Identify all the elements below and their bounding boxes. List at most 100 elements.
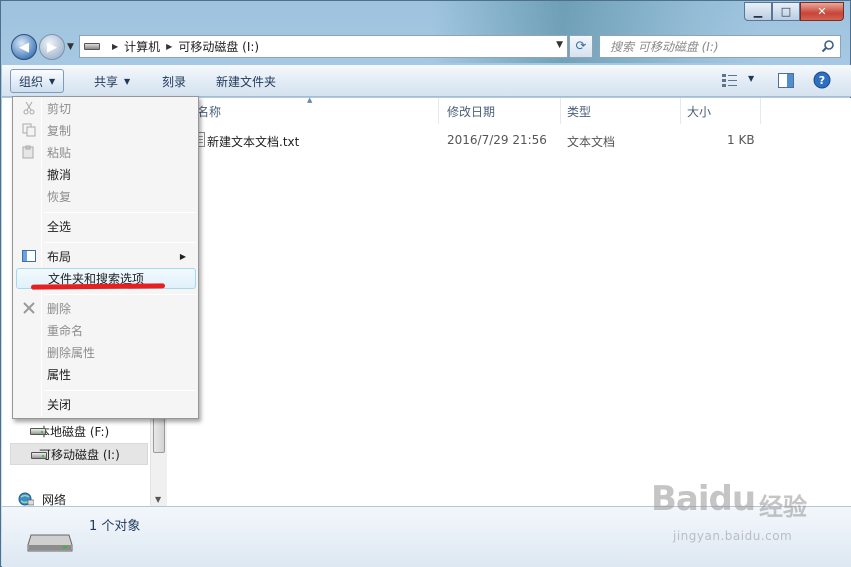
menu-item-label: 删除属性 [47, 346, 96, 360]
menu-item-properties[interactable]: 属性 [16, 364, 196, 385]
command-bar: 组织 ▼ 共享 ▼ 刻录 新建文件夹 ▼ ? [2, 65, 851, 97]
search-input[interactable]: 搜索 可移动磁盘 (I:) [599, 35, 841, 58]
forward-button[interactable]: ▶ [39, 34, 65, 60]
file-list: 名称 ▲ 修改日期 类型 大小 新建文本文档.txt 2016/7/29 21:… [167, 96, 851, 506]
menu-item-label: 布局 [47, 250, 72, 264]
menu-item-label: 删除 [47, 302, 72, 316]
menu-separator [44, 212, 196, 213]
menu-separator [44, 242, 196, 243]
baidu-jingyan-watermark: Baidu 经验 jingyan.baidu.com [651, 471, 841, 551]
copy-icon [22, 123, 36, 137]
explorer-window: ▁ □ ✕ ◀ ▶ ▼ ▶ 计算机 ▶ 可移动磁盘 (I:) ▼ ⟳ 搜索 可移… [0, 0, 851, 567]
column-size-label: 大小 [687, 104, 712, 119]
burn-label: 刻录 [162, 74, 187, 89]
maximize-button[interactable]: □ [772, 2, 800, 21]
menu-item-label: 粘贴 [47, 146, 72, 160]
file-row[interactable]: 新建文本文档.txt 2016/7/29 21:56 文本文档 1 KB [167, 130, 767, 150]
menu-item-redo[interactable]: 恢复 [16, 186, 196, 207]
share-button[interactable]: 共享 ▼ [86, 69, 138, 93]
submenu-arrow-icon: ▶ [179, 252, 186, 261]
view-options-icon[interactable] [722, 73, 738, 87]
watermark-brand-cn: 经验 [759, 493, 807, 521]
removable-disk-icon [31, 452, 47, 459]
menu-item-close[interactable]: 关闭 [16, 394, 196, 415]
nav-item-label: 网络 [42, 492, 67, 507]
help-icon[interactable]: ? [813, 71, 831, 89]
refresh-icon: ⟳ [575, 39, 587, 54]
breadcrumb-separator-icon[interactable]: ▶ [112, 42, 118, 51]
file-modified: 2016/7/29 21:56 [447, 133, 547, 147]
organize-button[interactable]: 组织 ▼ [10, 69, 65, 93]
menu-item-label: 关闭 [47, 398, 72, 412]
watermark-brand: Baidu [651, 479, 756, 519]
chevron-down-icon: ▼ [49, 76, 56, 86]
organize-label: 组织 [19, 74, 44, 89]
share-label: 共享 [94, 74, 119, 89]
item-count: 1 个对象 [89, 519, 141, 534]
chevron-down-icon: ▼ [124, 76, 131, 86]
column-header-name[interactable]: 名称 ▲ [167, 96, 439, 124]
file-size: 1 KB [727, 133, 755, 147]
preview-pane-icon[interactable] [778, 73, 794, 88]
minimize-button[interactable]: ▁ [744, 2, 772, 21]
window-controls: ▁ □ ✕ [744, 2, 844, 21]
recent-pages-dropdown[interactable]: ▼ [67, 42, 74, 52]
menu-item-label: 重命名 [47, 324, 84, 338]
menu-item-label: 撤消 [47, 168, 72, 182]
search-icon[interactable] [821, 39, 835, 53]
menu-item-label: 恢复 [47, 190, 72, 204]
column-header-modified[interactable]: 修改日期 [441, 98, 561, 124]
menu-separator [44, 294, 196, 295]
nav-item-local-disk-f[interactable]: 本地磁盘 (F:) [10, 420, 148, 442]
view-dropdown-icon[interactable]: ▼ [748, 74, 754, 83]
menu-item-label: 属性 [47, 368, 72, 382]
file-name: 新建文本文档.txt [207, 135, 300, 149]
menu-item-label: 剪切 [47, 102, 72, 116]
network-icon [18, 492, 34, 506]
arrow-left-icon: ◀ [19, 39, 29, 55]
scroll-down-icon[interactable]: ▼ [155, 495, 161, 504]
menu-separator [44, 390, 196, 391]
menu-item-cut[interactable]: 剪切 [16, 98, 196, 119]
menu-item-undo[interactable]: 撤消 [16, 164, 196, 185]
back-button[interactable]: ◀ [11, 34, 37, 60]
delete-icon [23, 302, 35, 314]
watermark-url: jingyan.baidu.com [673, 529, 793, 543]
hard-disk-icon [30, 428, 46, 435]
search-placeholder: 搜索 可移动磁盘 (I:) [610, 40, 719, 54]
close-button[interactable]: ✕ [800, 2, 844, 21]
organize-menu: 剪切 复制 粘贴 撤消 恢复 全选 布局 ▶ 文件夹和搜索选项 删除 重命名 删… [12, 96, 199, 419]
address-dropdown-icon[interactable]: ▼ [556, 40, 563, 50]
nav-item-label: 本地磁盘 (F:) [38, 424, 110, 439]
nav-item-removable-disk-i[interactable]: 可移动磁盘 (I:) [10, 443, 148, 465]
scissors-icon [23, 101, 35, 115]
removable-drive-icon [27, 534, 73, 552]
menu-item-label: 复制 [47, 124, 72, 138]
paste-icon [22, 145, 34, 159]
menu-item-paste[interactable]: 粘贴 [16, 142, 196, 163]
file-type: 文本文档 [567, 135, 616, 149]
menu-item-select-all[interactable]: 全选 [16, 216, 196, 237]
menu-item-copy[interactable]: 复制 [16, 120, 196, 141]
menu-item-delete[interactable]: 删除 [16, 298, 196, 319]
column-modified-label: 修改日期 [447, 104, 496, 119]
menu-item-remove-properties[interactable]: 删除属性 [16, 342, 196, 363]
new-folder-button[interactable]: 新建文件夹 [208, 69, 284, 93]
svg-text:?: ? [819, 74, 825, 87]
column-type-label: 类型 [567, 104, 592, 119]
column-header-size[interactable]: 大小 [681, 98, 761, 124]
layout-icon [22, 250, 36, 262]
nav-item-label: 可移动磁盘 (I:) [39, 447, 120, 462]
menu-item-label: 全选 [47, 220, 72, 234]
menu-item-rename[interactable]: 重命名 [16, 320, 196, 341]
breadcrumb-removable-disk[interactable]: 可移动磁盘 (I:) [178, 38, 259, 55]
arrow-right-icon: ▶ [47, 39, 57, 55]
breadcrumb-computer[interactable]: 计算机 [124, 38, 160, 55]
new-folder-label: 新建文件夹 [216, 74, 277, 89]
column-header-type[interactable]: 类型 [561, 98, 681, 124]
refresh-button[interactable]: ⟳ [569, 35, 593, 58]
address-bar[interactable]: ▶ 计算机 ▶ 可移动磁盘 (I:) ▼ [79, 35, 568, 58]
burn-button[interactable]: 刻录 [154, 69, 194, 93]
breadcrumb-separator-icon[interactable]: ▶ [166, 42, 172, 51]
menu-item-layout[interactable]: 布局 ▶ [16, 246, 196, 267]
